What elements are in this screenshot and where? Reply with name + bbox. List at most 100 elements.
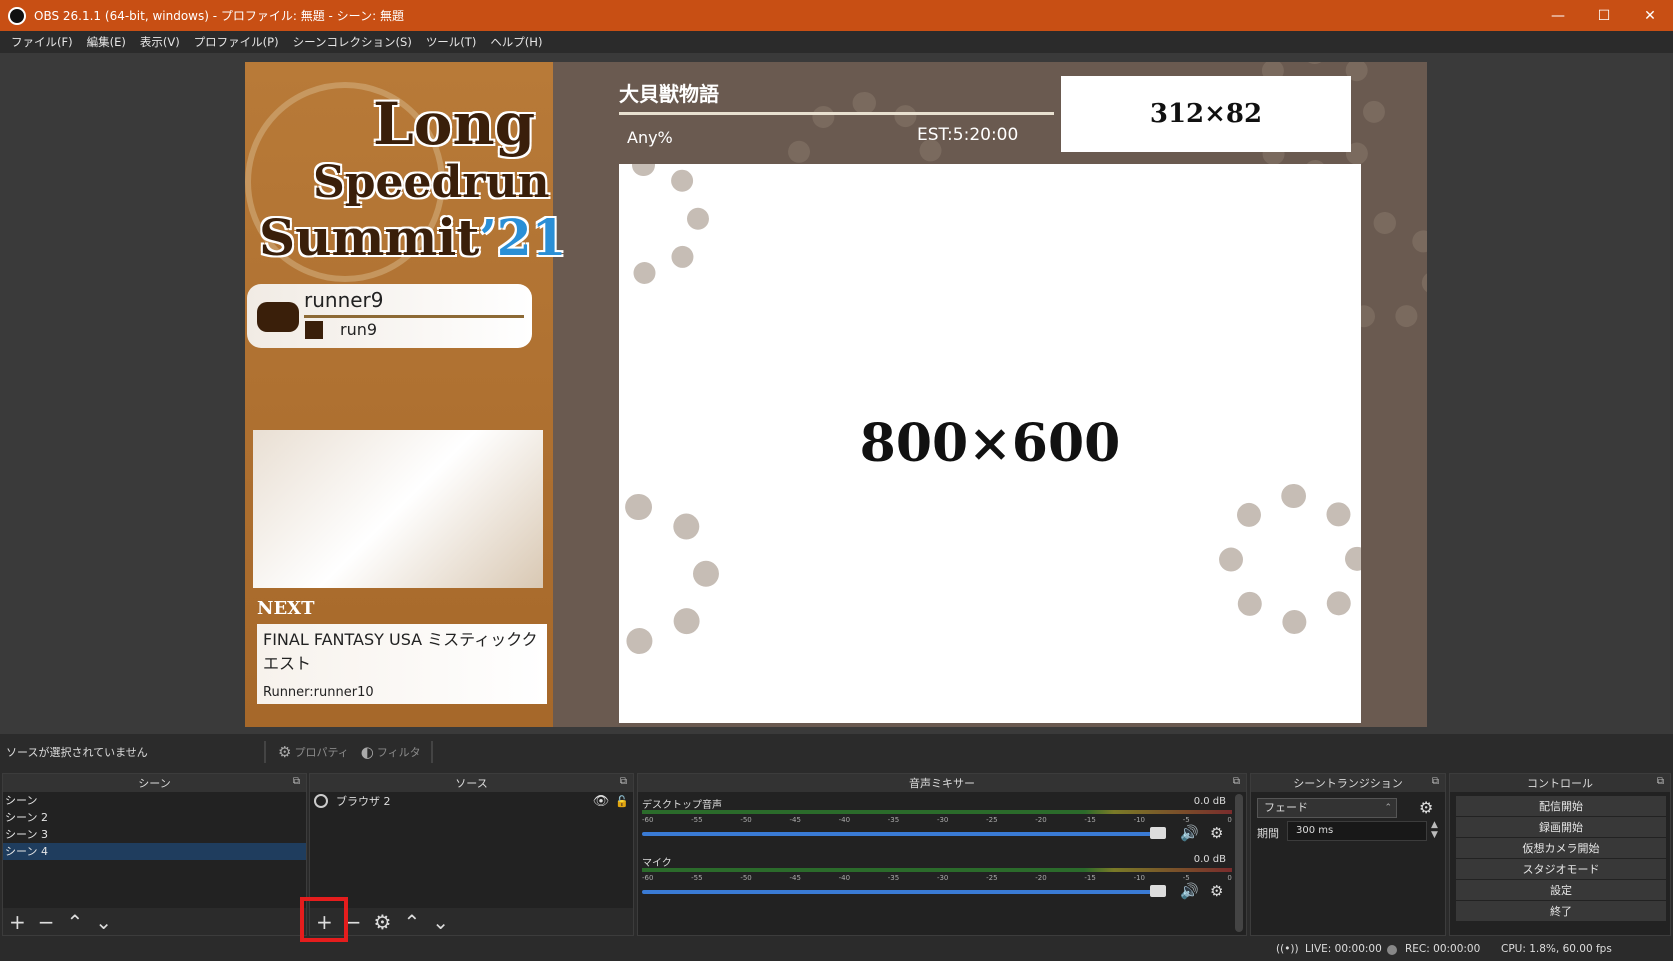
next-runner: Runner:runner10 (263, 685, 374, 700)
studio-mode-button[interactable]: スタジオモード (1456, 859, 1666, 879)
exit-button[interactable]: 終了 (1456, 901, 1666, 921)
move-down-icon[interactable]: ⌄ (95, 912, 112, 932)
speaker-icon[interactable]: 🔊 (1180, 882, 1199, 900)
gear-icon: ⚙ (278, 743, 292, 761)
volume-slider[interactable] (642, 890, 1162, 894)
big-placeholder-label: 800×600 (859, 413, 1121, 474)
duration-input[interactable]: 300 ms (1287, 821, 1427, 841)
menu-view[interactable]: 表示(V) (140, 34, 180, 50)
gear-icon[interactable]: ⚙ (1210, 824, 1223, 842)
menu-file[interactable]: ファイル(F) (11, 34, 73, 50)
next-game: FINAL FANTASY USA ミスティッククエスト (263, 630, 538, 673)
obs-logo-icon (8, 6, 26, 25)
lock-icon[interactable]: 🔓 (615, 795, 629, 808)
track-name: マイク (642, 858, 672, 869)
start-streaming-button[interactable]: 配信開始 (1456, 796, 1666, 816)
twitch-icon (305, 321, 323, 339)
menu-scene-collection[interactable]: シーンコレクション(S) (293, 34, 412, 50)
scene-transitions-dock: シーントランジション ⧉ フェード⌃⌄ ⚙ 期間 300 ms ▲▼ (1250, 773, 1446, 936)
mixer-scrollbar[interactable] (1235, 794, 1243, 932)
scene-item[interactable]: シーン 3 (3, 826, 306, 843)
volume-slider-handle[interactable] (1150, 885, 1166, 897)
small-placeholder-box: 312×82 (1061, 76, 1351, 152)
volume-slider[interactable] (642, 832, 1162, 836)
camera-placeholder (253, 430, 543, 588)
cpu-fps: CPU: 1.8%, 60.00 fps (1501, 943, 1612, 955)
volume-meter (642, 868, 1232, 872)
audio-mixer-dock: 音声ミキサー ⧉ デスクトップ音声 0.0 dB -60 -55 -50 -45 -40-… (637, 773, 1247, 936)
runner-card: runner9 run9 (247, 284, 532, 348)
transitions-title: シーントランジション (1293, 777, 1403, 790)
controls-dock: コントロール ⧉ 配信開始 録画開始 仮想カメラ開始 スタジオモード 設定 終了 (1449, 773, 1671, 936)
scene-item-selected[interactable]: シーン 4 (3, 843, 306, 860)
float-icon[interactable]: ⧉ (1233, 776, 1240, 787)
properties-button[interactable]: ⚙ プロパティ (278, 743, 349, 761)
menu-tools[interactable]: ツール(T) (426, 34, 477, 50)
run-estimate: EST:5:20:00 (917, 125, 1019, 145)
eye-icon[interactable]: 👁 (593, 794, 610, 809)
gear-icon[interactable]: ⚙ (1419, 798, 1433, 817)
source-toolbar: ソースが選択されていません ⚙ プロパティ ◐ フィルタ (0, 738, 1673, 766)
sources-dock: ソース ⧉ ブラウザ 2 👁 🔓 + − ⚙ ⌃ ⌄ (309, 773, 634, 936)
settings-button[interactable]: 設定 (1456, 880, 1666, 900)
move-up-icon[interactable]: ⌃ (403, 912, 420, 932)
gear-icon[interactable]: ⚙ (1210, 882, 1223, 900)
filters-button[interactable]: ◐ フィルタ (361, 743, 421, 761)
rec-time: REC: 00:00:00 (1405, 943, 1481, 955)
divider (264, 741, 266, 763)
filter-icon: ◐ (360, 743, 374, 761)
overlay-game-panel: 大貝獣物語 Any% EST:5:20:00 312×82 800×600 (553, 62, 1427, 727)
scenes-dock: シーン ⧉ シーン シーン 2 シーン 3 シーン 4 + − ⌃ ⌄ (2, 773, 307, 936)
close-button[interactable]: ✕ (1627, 0, 1673, 31)
move-down-icon[interactable]: ⌄ (432, 912, 449, 932)
runner-twitch: run9 (340, 320, 378, 339)
sources-title: ソース (455, 777, 488, 790)
runner-divider (304, 315, 524, 318)
scene-item[interactable]: シーン 2 (3, 809, 306, 826)
menu-help[interactable]: ヘルプ(H) (490, 34, 542, 50)
source-item[interactable]: ブラウザ 2 👁 🔓 (310, 792, 633, 810)
game-placeholder-box: 800×600 (619, 164, 1361, 723)
mixer-title: 音声ミキサー (909, 777, 975, 790)
next-label: NEXT (257, 598, 315, 619)
add-source-highlight (300, 897, 348, 942)
start-recording-button[interactable]: 録画開始 (1456, 817, 1666, 837)
volume-slider-handle[interactable] (1150, 827, 1166, 839)
float-icon[interactable]: ⧉ (620, 776, 627, 787)
spinner-icon[interactable]: ▲ ▼ (1431, 820, 1438, 840)
gear-decoration-icon (1219, 484, 1361, 634)
duration-label: 期間 (1257, 827, 1279, 840)
meter-scale: -60 -55 -50 -45 -40 -35 -30 -25 -20 -15 -10 -5 0 (642, 816, 1232, 824)
float-icon[interactable]: ⧉ (293, 776, 300, 787)
gear-decoration-icon (619, 494, 719, 654)
scenes-title: シーン (138, 777, 171, 790)
globe-icon (314, 794, 328, 808)
menu-edit[interactable]: 編集(E) (87, 34, 126, 50)
scene-item[interactable]: シーン (3, 792, 306, 809)
preview-area[interactable]: Long Speedrun Summit’21 runner9 run9 NEX… (0, 53, 1673, 734)
menu-profile[interactable]: プロファイル(P) (194, 34, 279, 50)
no-source-label: ソースが選択されていません (6, 746, 148, 759)
overlay-left-panel: Long Speedrun Summit’21 runner9 run9 NEX… (245, 62, 566, 727)
remove-scene-icon[interactable]: − (38, 912, 55, 932)
divider (430, 741, 433, 763)
minimize-button[interactable]: — (1535, 0, 1581, 31)
preview-canvas[interactable]: Long Speedrun Summit’21 runner9 run9 NEX… (245, 62, 1427, 727)
add-scene-icon[interactable]: + (9, 912, 26, 932)
float-icon[interactable]: ⧉ (1432, 776, 1439, 787)
logo-line-1: Long (373, 90, 536, 158)
menu-bar: ファイル(F) 編集(E) 表示(V) プロファイル(P) シーンコレクション(… (0, 31, 1673, 53)
maximize-button[interactable]: ☐ (1581, 0, 1627, 31)
transition-select[interactable]: フェード⌃⌄ (1257, 798, 1397, 831)
meter-scale: -60 -55 -50 -45 -40 -35 -30 -25 -20 -15 -10 -5 0 (642, 874, 1232, 882)
window-title: OBS 26.1.1 (64-bit, windows) - プロファイル: 無… (34, 9, 404, 23)
start-virtual-camera-button[interactable]: 仮想カメラ開始 (1456, 838, 1666, 858)
float-icon[interactable]: ⧉ (1657, 776, 1664, 787)
speaker-icon[interactable]: 🔊 (1180, 824, 1199, 842)
source-settings-icon[interactable]: ⚙ (374, 912, 392, 932)
logo-line-2: Speedrun (313, 157, 550, 208)
live-icon: ((•)) (1276, 943, 1299, 955)
controls-title: コントロール (1527, 777, 1593, 790)
move-up-icon[interactable]: ⌃ (67, 912, 84, 932)
track-name: デスクトップ音声 (642, 800, 722, 811)
